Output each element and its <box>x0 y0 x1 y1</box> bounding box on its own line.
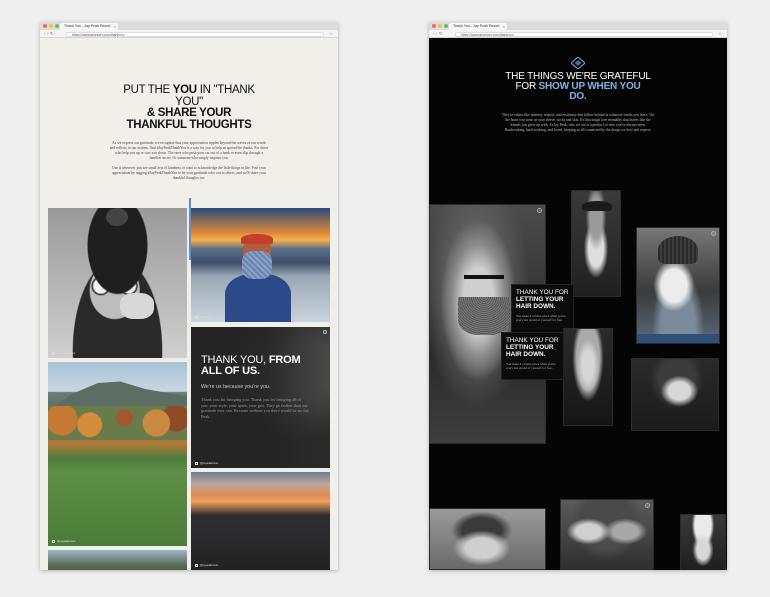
maximize-window-button[interactable] <box>444 24 448 28</box>
address-bar-row: ‹›↻ https://jaypeakresort.com/thankyou ☆ <box>40 30 338 38</box>
browser-tab[interactable]: Thank You - Jay Peak Resort × <box>60 23 118 30</box>
close-icon[interactable]: × <box>114 23 116 30</box>
photo-detail <box>225 234 291 322</box>
portrait-goggles-skier[interactable] <box>680 514 726 570</box>
tab-title: Thank You - Jay Peak Resort <box>453 24 500 28</box>
close-window-button[interactable] <box>43 24 47 28</box>
intro-paragraph: Use it wherever you see small acts of ki… <box>112 166 266 180</box>
photo-detail <box>106 208 128 226</box>
star-icon[interactable]: ☆ <box>329 31 333 37</box>
browser-window-dark: Thank You - Jay Peak Resort × ‹›↻ https:… <box>429 22 727 570</box>
headline-text: IN "THANK <box>196 84 255 96</box>
browser-tab[interactable]: Thank You - Jay Peak Resort × <box>449 23 507 30</box>
photo-detail <box>458 297 510 335</box>
minimize-window-button[interactable] <box>438 24 442 28</box>
photo-caption: @jaypeakresort <box>195 564 218 567</box>
reload-icon[interactable]: ↻ <box>439 31 444 36</box>
instagram-icon <box>52 352 55 355</box>
quote-title: THANK YOU FOR LETTING YOUR HAIR DOWN. <box>506 337 559 358</box>
quote-card[interactable]: THANK YOU FOR LETTING YOUR HAIR DOWN. Yo… <box>501 332 564 380</box>
quote-title: THANK YOU FOR LETTING YOUR HAIR DOWN. <box>516 289 569 310</box>
minimize-window-button[interactable] <box>49 24 53 28</box>
headline-emphasis: THANKFUL THOUGHTS <box>126 118 252 131</box>
intro-paragraph: As we express our gratitude, we recogniz… <box>109 141 269 160</box>
url-field[interactable]: https://jaypeakresort.com/thankyou <box>455 31 713 37</box>
expand-icon[interactable]: + <box>711 231 716 236</box>
photo-tile-beanie-girl[interactable]: @jaypeakresort <box>48 208 187 358</box>
portrait-smiling-man[interactable] <box>429 508 546 570</box>
portrait-curly-kid[interactable] <box>631 358 719 431</box>
photo-caption: @jaypeakresort <box>195 462 218 465</box>
photo-tile-mountain[interactable]: @jaypeakresort <box>48 362 187 546</box>
quote-body: You make it a better place when you're e… <box>506 362 556 371</box>
photo-caption: @skiday <box>195 316 210 319</box>
hero-section: THE THINGS WE'RE GRATEFUL FOR SHOW UP WH… <box>429 72 727 133</box>
address-bar-row: ‹›↻ https://jaypeakresort.com/thankyou ☆ <box>429 30 727 38</box>
portrait-older-woman[interactable] <box>563 328 613 426</box>
page-content[interactable]: PUT THE YOU IN "THANK YOU" & SHARE YOUR … <box>40 38 338 570</box>
thank-you-card[interactable]: THANK YOU, FROM ALL OF US. We're us beca… <box>191 327 330 468</box>
photo-caption: @jaypeakresort <box>52 352 75 355</box>
maximize-window-button[interactable] <box>55 24 59 28</box>
instagram-icon <box>195 462 198 465</box>
hero-section: PUT THE YOU IN "THANK YOU" & SHARE YOUR … <box>40 38 338 181</box>
intro-copy: They're values like honesty, respect, an… <box>502 113 654 132</box>
photo-tile-sunset-selfie[interactable]: @skiday <box>191 208 330 322</box>
photo-tile-dusk-sky[interactable]: @jaypeakresort <box>191 472 330 570</box>
card-subtitle: We're us because you're you. <box>201 384 271 390</box>
intro-copy: As we express our gratitude, we recogniz… <box>109 141 269 181</box>
portrait-bearded-man[interactable] <box>571 190 621 297</box>
reload-icon[interactable]: ↻ <box>50 31 55 36</box>
jay-peak-logo-icon[interactable] <box>571 57 585 69</box>
headline-emphasis: & SHARE YOUR <box>146 107 232 119</box>
star-icon[interactable]: ☆ <box>718 31 722 37</box>
photo-detail <box>48 406 187 440</box>
instagram-icon <box>195 316 198 319</box>
window-controls <box>432 24 448 28</box>
browser-window-light: Thank You - Jay Peak Resort × ‹›↻ https:… <box>40 22 338 570</box>
headline-text: PUT THE <box>123 84 173 96</box>
instagram-icon <box>52 540 55 543</box>
expand-icon[interactable]: + <box>645 503 650 508</box>
expand-icon[interactable]: + <box>537 208 542 213</box>
portrait-beanie-woman[interactable]: + <box>636 227 720 344</box>
photo-detail <box>582 201 612 211</box>
tab-title: Thank You - Jay Peak Resort <box>64 24 111 28</box>
photo-detail <box>637 334 719 343</box>
window-controls <box>43 24 59 28</box>
photo-detail <box>120 293 154 319</box>
url-field[interactable]: https://jaypeakresort.com/thankyou <box>66 31 324 37</box>
nav-buttons: ‹›↻ <box>433 31 444 37</box>
tab-bar: Thank You - Jay Peak Resort × <box>429 22 727 30</box>
expand-icon[interactable] <box>323 330 327 334</box>
card-title: THANK YOU, FROM ALL OF US. <box>201 354 301 377</box>
photo-caption: @jaypeakresort <box>52 540 75 543</box>
photo-detail <box>658 236 698 264</box>
photo-tile-partial[interactable] <box>48 550 187 570</box>
page-title: PUT THE YOU IN "THANK YOU" & SHARE YOUR … <box>40 84 338 131</box>
nav-buttons: ‹›↻ <box>44 31 55 37</box>
page-content[interactable]: THE THINGS WE'RE GRATEFUL FOR SHOW UP WH… <box>429 38 727 570</box>
instagram-icon <box>195 564 198 567</box>
quote-body: You make it a better place when you're e… <box>516 314 566 323</box>
close-icon[interactable]: × <box>503 23 505 30</box>
tab-bar: Thank You - Jay Peak Resort × <box>40 22 338 30</box>
card-body: Thank you for bringing you. Thank you fo… <box>201 397 309 419</box>
page-title: THE THINGS WE'RE GRATEFUL FOR SHOW UP WH… <box>505 71 651 102</box>
headline-emphasis: YOU <box>172 84 197 96</box>
portrait-two-friends[interactable]: + <box>560 499 654 570</box>
photo-detail <box>464 275 504 279</box>
close-window-button[interactable] <box>432 24 436 28</box>
